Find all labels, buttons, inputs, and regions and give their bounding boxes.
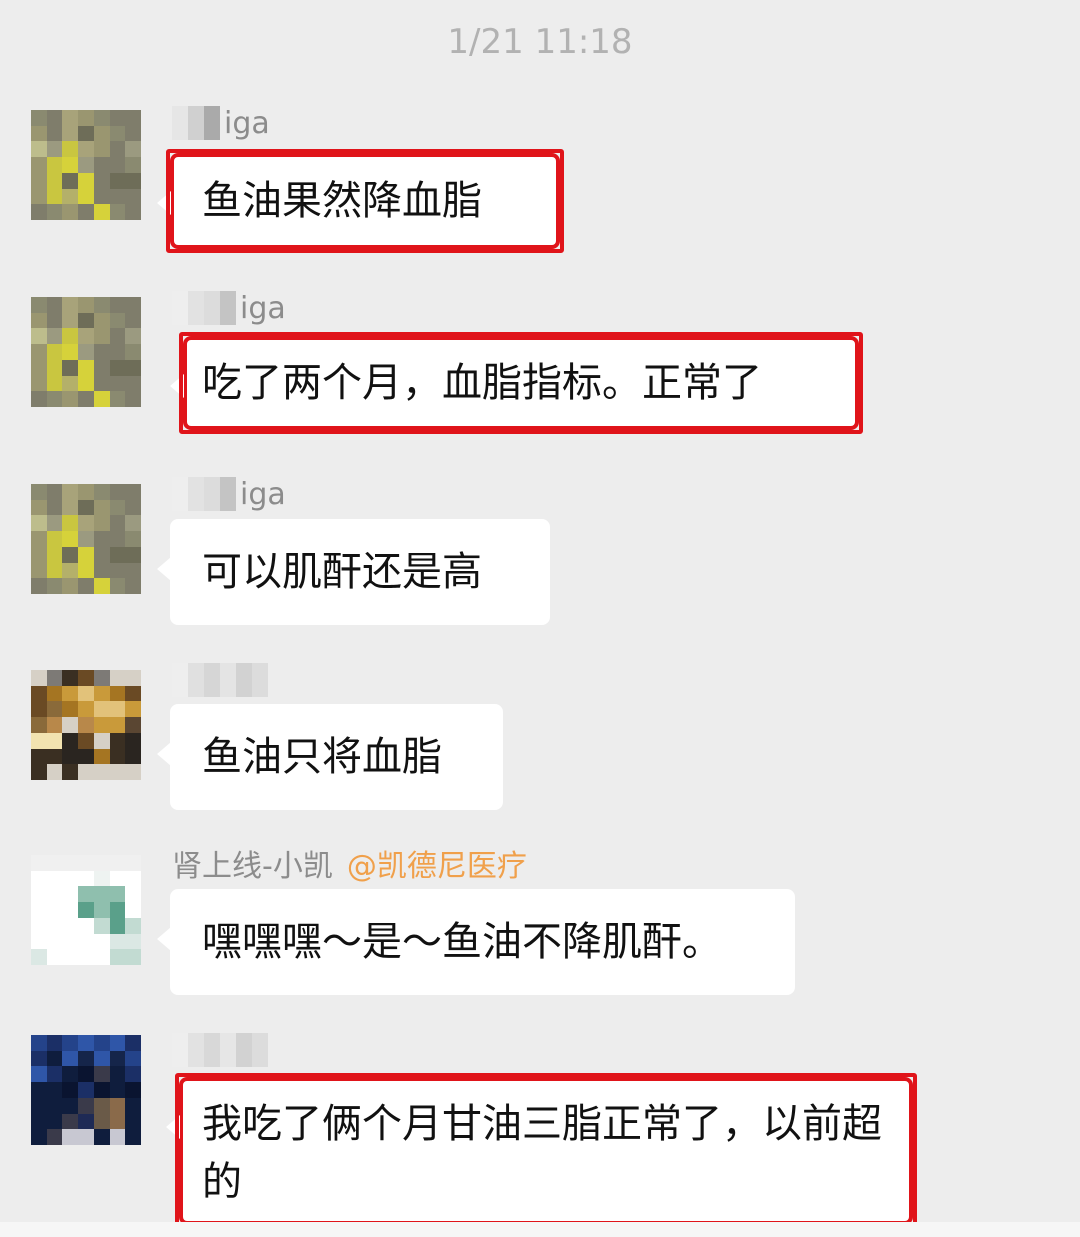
message-bubble[interactable]: 嘿嘿嘿～是～鱼油不降肌酐。 xyxy=(157,889,795,995)
message-bubble[interactable]: 吃了两个月，血脂指标。正常了 xyxy=(170,332,863,434)
message-bubble[interactable]: 鱼油果然降血脂 xyxy=(157,149,564,253)
blurred-name xyxy=(172,1033,268,1067)
message-text: 可以肌酐还是高 xyxy=(202,549,482,595)
avatar[interactable] xyxy=(31,110,141,220)
sender-name-row xyxy=(172,1030,272,1070)
sender-name-row: iga xyxy=(172,474,286,514)
message-bubble[interactable]: 我吃了俩个月甘油三脂正常了，以前超的 xyxy=(166,1073,917,1229)
chat-timestamp: 1/21 11:18 xyxy=(447,22,633,62)
blurred-name xyxy=(172,106,220,140)
sender-name: iga xyxy=(240,476,286,512)
avatar[interactable] xyxy=(31,1035,141,1145)
sender-name: iga xyxy=(240,290,286,326)
avatar[interactable] xyxy=(31,484,141,594)
avatar[interactable] xyxy=(31,855,141,965)
sender-name-row xyxy=(172,660,272,700)
avatar[interactable] xyxy=(31,297,141,407)
message-bubble[interactable]: 可以肌酐还是高 xyxy=(157,519,550,625)
sender-name: 肾上线-小凯 xyxy=(172,849,333,884)
sender-name-row: iga xyxy=(172,288,286,328)
message-text: 我吃了俩个月甘油三脂正常了，以前超的 xyxy=(202,1101,882,1205)
avatar[interactable] xyxy=(31,670,141,780)
sender-mention-tag[interactable]: @凯德尼医疗 xyxy=(347,841,527,885)
sender-name: iga xyxy=(224,105,270,141)
blurred-name xyxy=(172,291,236,325)
message-text: 鱼油果然降血脂 xyxy=(202,178,482,224)
sender-name-row: 肾上线-小凯 @凯德尼医疗 xyxy=(172,841,527,885)
sender-name-row: iga xyxy=(172,103,270,143)
blurred-name xyxy=(172,663,268,697)
message-text: 嘿嘿嘿～是～鱼油不降肌酐。 xyxy=(202,919,722,965)
message-bubble[interactable]: 鱼油只将血脂 xyxy=(157,704,503,810)
blurred-name xyxy=(172,477,236,511)
bottom-divider xyxy=(0,1222,1080,1237)
message-text: 吃了两个月，血脂指标。正常了 xyxy=(202,360,762,406)
message-text: 鱼油只将血脂 xyxy=(202,734,442,780)
